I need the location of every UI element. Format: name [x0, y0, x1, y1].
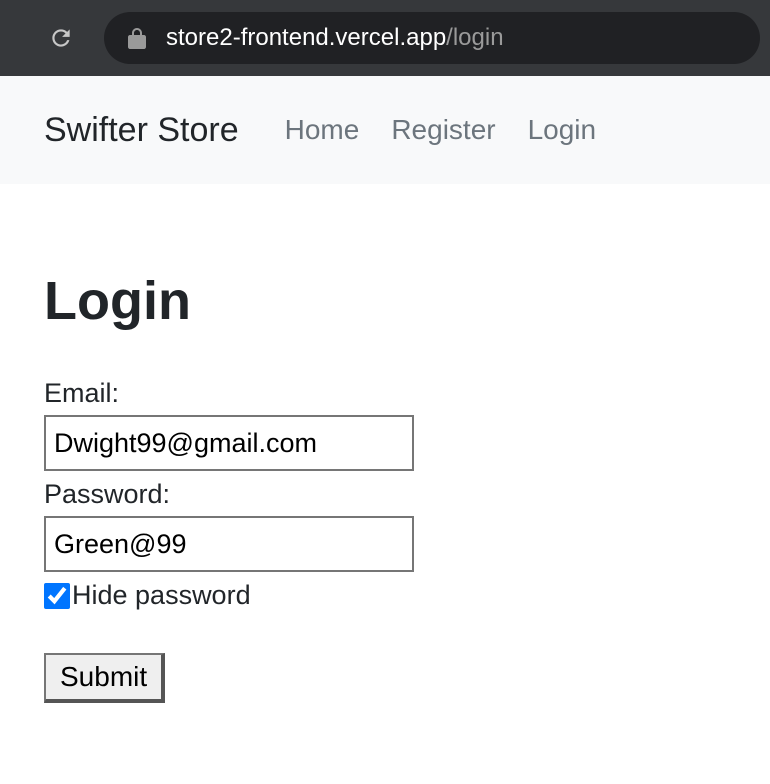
- main-content: Login Email: Password: Hide password Sub…: [0, 184, 770, 703]
- nav-link-login[interactable]: Login: [528, 114, 597, 146]
- hide-password-checkbox[interactable]: [44, 583, 70, 609]
- url-bar[interactable]: store2-frontend.vercel.app/login: [104, 12, 760, 64]
- url-host: store2-frontend.vercel.app: [166, 24, 446, 52]
- nav-links: Home Register Login: [285, 114, 596, 146]
- hide-password-row: Hide password: [44, 580, 726, 611]
- site-header: Swifter Store Home Register Login: [0, 76, 770, 184]
- nav-link-home[interactable]: Home: [285, 114, 360, 146]
- url-path: /login: [446, 24, 503, 52]
- nav-link-register[interactable]: Register: [391, 114, 495, 146]
- email-label: Email:: [44, 378, 726, 409]
- brand-title[interactable]: Swifter Store: [44, 111, 239, 150]
- email-input[interactable]: [44, 415, 414, 471]
- hide-password-label: Hide password: [72, 580, 251, 611]
- password-form-group: Password:: [44, 479, 726, 572]
- password-label: Password:: [44, 479, 726, 510]
- password-input[interactable]: [44, 516, 414, 572]
- email-form-group: Email:: [44, 378, 726, 471]
- lock-icon: [128, 27, 146, 49]
- page-title: Login: [44, 270, 726, 332]
- browser-bar: store2-frontend.vercel.app/login: [0, 0, 770, 76]
- submit-button[interactable]: Submit: [44, 653, 165, 703]
- reload-icon[interactable]: [46, 23, 76, 53]
